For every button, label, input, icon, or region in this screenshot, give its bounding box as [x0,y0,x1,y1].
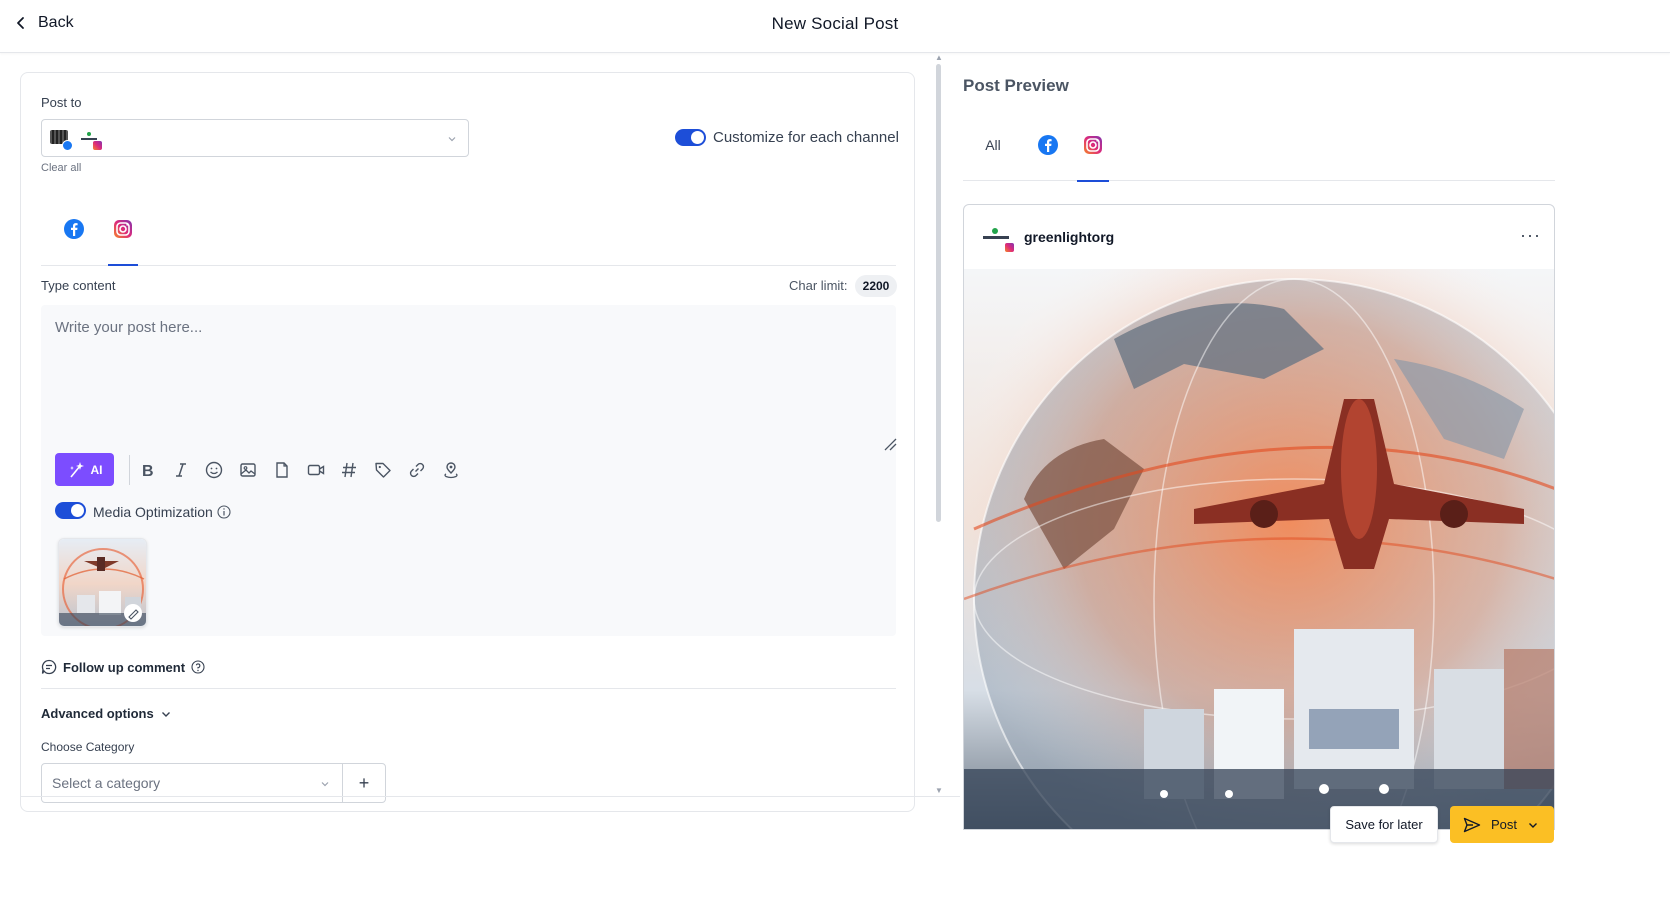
instagram-icon [1084,135,1102,154]
media-thumbnail-image [59,539,146,626]
more-options-icon[interactable]: ··· [1520,225,1541,246]
customize-label: Customize for each channel [713,129,899,146]
preview-tab-all[interactable]: All [975,108,1011,181]
info-icon[interactable] [217,505,231,519]
category-select[interactable]: Select a category [41,763,343,803]
post-button-label: Post [1491,817,1518,832]
scroll-up-icon[interactable]: ▲ [935,53,943,62]
preview-post-image [964,269,1554,829]
type-content-label: Type content [41,278,116,293]
clear-all-link[interactable]: Clear all [41,162,81,174]
chevron-down-icon [321,782,329,787]
ai-button[interactable]: AI [55,453,114,486]
chevron-down-icon [448,137,456,142]
ai-button-label: AI [90,462,103,477]
top-bar: Back New Social Post [0,0,1670,53]
emoji-icon[interactable] [204,460,224,480]
page-title: New Social Post [771,14,899,33]
preview-post-header: greenlightorg ··· [964,205,1554,269]
media-optimization-label: Media Optimization [93,504,213,520]
divider [41,688,896,689]
channel-tabs [41,191,896,266]
instagram-badge-icon [1004,242,1015,253]
tab-instagram[interactable] [98,191,148,266]
italic-icon[interactable] [171,460,191,480]
link-icon[interactable] [407,460,427,480]
post-to-select[interactable] [41,119,469,157]
comment-icon [41,659,57,675]
send-icon [1463,817,1481,832]
add-category-button[interactable]: + [342,763,386,803]
category-placeholder: Select a category [52,775,161,791]
hashtag-icon[interactable] [339,460,359,480]
advanced-options-toggle[interactable]: Advanced options [41,706,172,721]
media-optimization-toggle[interactable] [55,502,86,519]
toolbar-divider [129,455,130,485]
document-icon[interactable] [272,460,292,480]
scrollbar-thumb[interactable] [936,64,941,522]
tag-icon[interactable] [373,460,393,480]
preview-title: Post Preview [963,76,1069,95]
svg-text:B: B [142,463,154,479]
scroll-down-icon[interactable]: ▼ [935,786,943,795]
media-thumbnail[interactable] [58,538,147,627]
location-icon[interactable] [441,460,461,480]
logistics-photo [964,269,1554,829]
bold-icon[interactable]: B [137,460,157,480]
instagram-badge-icon [92,140,103,151]
advanced-options-label: Advanced options [41,706,154,721]
post-editor[interactable]: Write your post here... AI B Media Optim… [41,305,897,636]
choose-category-label: Choose Category [41,740,135,754]
char-limit-badge: 2200 [855,275,897,297]
facebook-badge-icon [62,140,73,151]
sparkle-icon [69,461,84,478]
preview-tab-facebook[interactable] [1023,108,1073,181]
chevron-down-icon [161,711,170,717]
preview-tabs: All [963,108,1555,182]
post-button[interactable]: Post [1450,806,1554,843]
instagram-icon [114,219,132,238]
follow-up-label: Follow up comment [63,659,186,675]
preview-tab-instagram[interactable] [1067,108,1119,182]
editor-placeholder: Write your post here... [55,319,203,336]
post-to-label: Post to [41,95,82,110]
instagram-preview-card: greenlightorg ··· [963,204,1555,830]
save-for-later-button[interactable]: Save for later [1330,806,1438,843]
facebook-icon [64,218,84,239]
chevron-down-icon[interactable] [1527,819,1539,831]
facebook-icon [1038,134,1058,155]
resize-handle-icon[interactable] [883,437,897,451]
help-icon[interactable] [191,660,205,674]
footer-divider [20,796,960,797]
composer-card: Post to Clear all Customize for each cha… [20,72,915,812]
preview-tab-all-label: All [985,136,1001,153]
preview-account-name: greenlightorg [1024,229,1115,245]
char-limit-label: Char limit: [789,278,848,293]
video-icon[interactable] [306,460,326,480]
image-icon[interactable] [238,460,258,480]
follow-up-comment-toggle[interactable]: Follow up comment [41,659,205,675]
customize-toggle[interactable] [675,129,706,146]
tab-facebook[interactable] [49,191,99,266]
